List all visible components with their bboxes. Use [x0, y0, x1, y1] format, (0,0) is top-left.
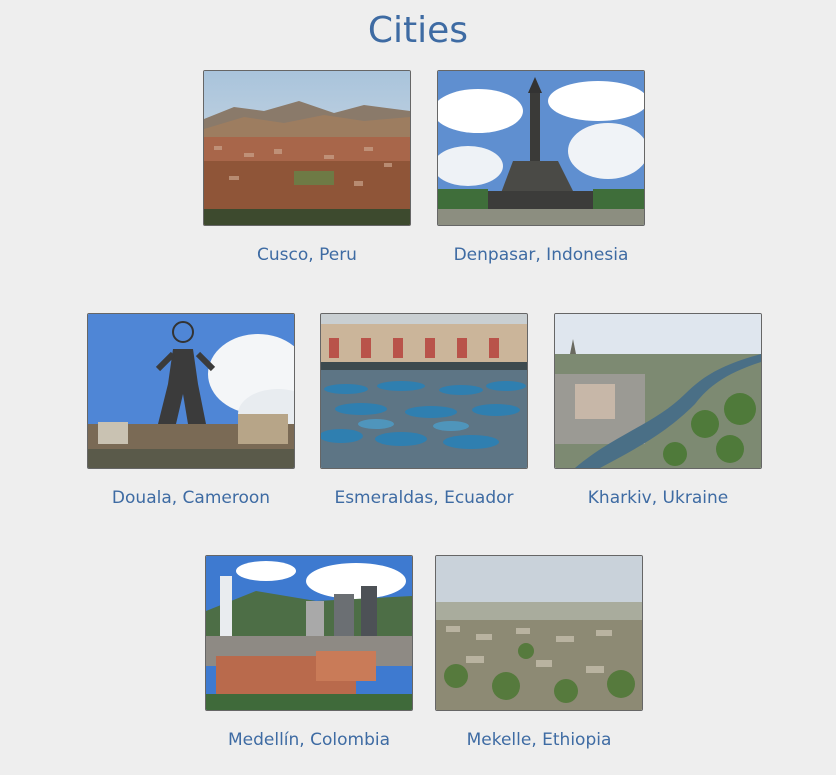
city-card-medellin[interactable]: Medellín, Colombia: [205, 555, 413, 750]
city-card-kharkiv[interactable]: Kharkiv, Ukraine: [554, 313, 762, 508]
medellin-photo[interactable]: [205, 555, 413, 711]
city-card-esmeraldas[interactable]: Esmeraldas, Ecuador: [320, 313, 528, 508]
city-card-douala[interactable]: Douala, Cameroon: [87, 313, 295, 508]
denpasar-photo[interactable]: [437, 70, 645, 226]
cusco-photo[interactable]: [203, 70, 411, 226]
city-link-kharkiv[interactable]: Kharkiv, Ukraine: [554, 488, 762, 508]
douala-photo[interactable]: [87, 313, 295, 469]
city-card-mekelle[interactable]: Mekelle, Ethiopia: [435, 555, 643, 750]
city-link-cusco[interactable]: Cusco, Peru: [203, 245, 411, 265]
kharkiv-photo[interactable]: [554, 313, 762, 469]
city-card-cusco[interactable]: Cusco, Peru: [203, 70, 411, 265]
page-title: Cities: [367, 10, 469, 51]
city-link-douala[interactable]: Douala, Cameroon: [87, 488, 295, 508]
city-card-denpasar[interactable]: Denpasar, Indonesia: [437, 70, 645, 265]
city-link-esmeraldas[interactable]: Esmeraldas, Ecuador: [320, 488, 528, 508]
city-link-denpasar[interactable]: Denpasar, Indonesia: [437, 245, 645, 265]
city-link-mekelle[interactable]: Mekelle, Ethiopia: [435, 730, 643, 750]
esmeraldas-photo[interactable]: [320, 313, 528, 469]
mekelle-photo[interactable]: [435, 555, 643, 711]
city-link-medellin[interactable]: Medellín, Colombia: [205, 730, 413, 750]
